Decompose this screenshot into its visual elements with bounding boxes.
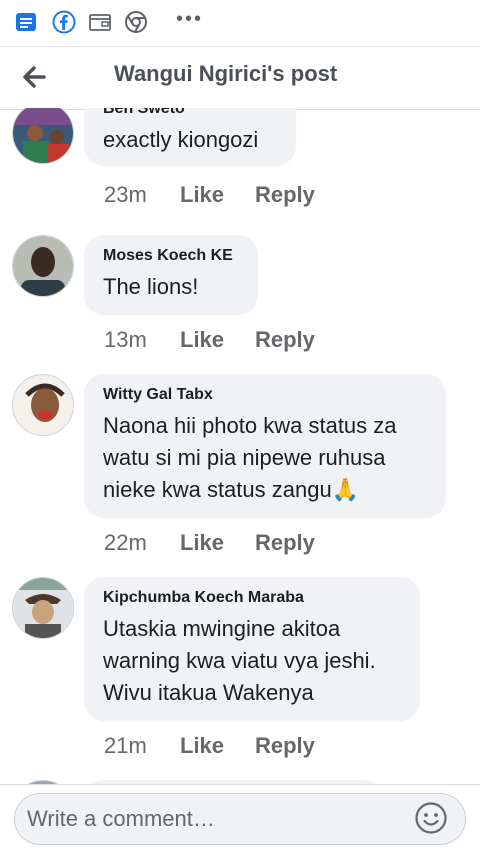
comment-author[interactable]: Ben Sweto (103, 108, 276, 118)
comment-bubble[interactable]: Moses Koech KE The lions! (84, 235, 258, 315)
post-header: Wangui Ngirici's post (0, 46, 480, 110)
avatar[interactable] (12, 374, 74, 436)
like-button[interactable]: Like (180, 182, 255, 208)
comment-text: Naona hii photo kwa status za watu si mi… (103, 413, 397, 502)
comment-author[interactable]: Kipchumba Koech Maraba (103, 589, 400, 607)
comment-timestamp: 13m (104, 327, 147, 352)
reply-button[interactable]: Reply (255, 530, 315, 556)
comment-actions: 22m Like Reply (104, 530, 315, 556)
comment-text: The lions! (103, 274, 199, 299)
status-bar: ••• (0, 0, 480, 46)
avatar[interactable] (12, 235, 74, 297)
comment-actions: 21m Like Reply (104, 733, 315, 759)
back-arrow-icon[interactable] (16, 57, 56, 97)
comment-author[interactable]: Witty Gal Tabx (103, 386, 426, 404)
like-button[interactable]: Like (180, 327, 255, 353)
comment-timestamp: 23m (104, 182, 147, 207)
more-notifications-icon: ••• (176, 8, 204, 30)
comment-bubble[interactable]: Ben Sweto exactly kiongozi (84, 108, 296, 166)
avatar[interactable] (12, 108, 74, 164)
comment-timestamp: 22m (104, 530, 147, 555)
reply-button[interactable]: Reply (255, 733, 315, 759)
comment-bubble[interactable]: Kipchumba Koech Maraba Utaskia mwingine … (84, 577, 420, 721)
chrome-app-icon (125, 11, 147, 33)
avatar-photo (13, 578, 73, 638)
comment-timestamp: 21m (104, 733, 147, 758)
like-button[interactable]: Like (180, 733, 255, 759)
messages-app-icon (16, 13, 36, 31)
comment-bubble[interactable]: Witty Gal Tabx Naona hii photo kwa statu… (84, 374, 446, 518)
avatar-photo (13, 375, 73, 435)
comments-feed[interactable]: Ben Sweto exactly kiongozi 23m Like Repl… (0, 108, 480, 784)
avatar-photo (13, 108, 73, 163)
comment-text: Utaskia mwingine akitoa warning kwa viat… (103, 616, 376, 705)
wallet-app-icon (89, 14, 111, 31)
comment-actions: 13m Like Reply (104, 327, 315, 353)
comment-text: exactly kiongozi (103, 127, 259, 152)
comment-composer (0, 784, 480, 855)
facebook-app-icon (52, 10, 76, 34)
comment-author[interactable]: Moses Koech KE (103, 247, 238, 265)
comment-actions: 23m Like Reply (104, 182, 315, 208)
emoji-icon[interactable] (414, 801, 448, 835)
page-title: Wangui Ngirici's post (114, 61, 338, 86)
comment-input[interactable] (14, 793, 466, 845)
avatar-photo (13, 236, 73, 296)
avatar[interactable] (12, 577, 74, 639)
reply-button[interactable]: Reply (255, 327, 315, 353)
like-button[interactable]: Like (180, 530, 255, 556)
reply-button[interactable]: Reply (255, 182, 315, 208)
